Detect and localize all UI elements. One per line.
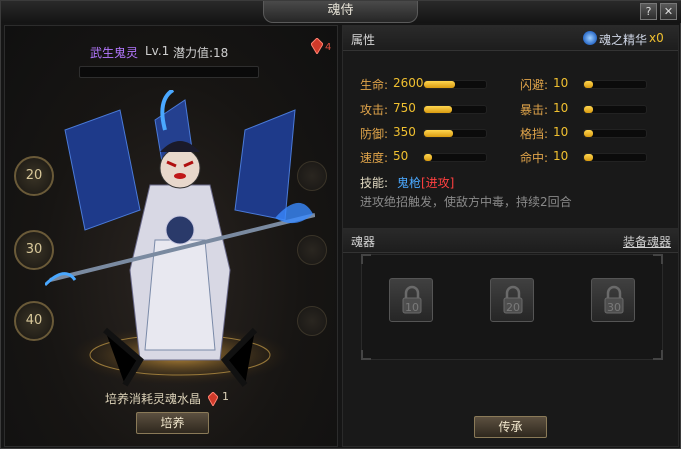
stat-value-crit: 10 [553,101,569,115]
soul-gear-slots: 10 20 30 [361,254,663,360]
stat-value-speed: 50 [393,149,409,163]
skill-label: 技能: [360,176,389,190]
stat-value-block: 10 [553,125,569,139]
stat-label-defense: 防御: [360,127,389,141]
stat-label-crit: 暴击: [520,103,549,117]
stat-bar-defense [423,129,487,138]
attribute-panel: 属性 魂之精华 x0 生命: 2600 攻击: 750 防御: 350 速度: … [342,25,679,447]
stat-bar-hp [423,80,487,89]
character-name: 武生鬼灵 [90,46,139,60]
help-button[interactable]: ? [640,3,657,20]
feed-cost-count: 1 [222,390,229,403]
feed-cost-text: 培养消耗灵魂水晶 [105,392,202,406]
character-level: Lv.1 [145,44,170,58]
slot-level: 20 [506,301,520,314]
stat-label-block: 格挡: [520,127,549,141]
crystal-icon [310,37,324,55]
soul-gear-title: 魂器 [351,235,376,249]
inherit-button[interactable]: 传承 [474,416,547,438]
window-title: 魂侍 [263,1,418,23]
stat-bar-speed [423,153,487,162]
crystal-counter: 4 [310,37,332,55]
stat-bar-hit [583,153,647,162]
character-panel: 武生鬼灵 Lv.1 潜力值:18 4 20 30 40 培养消耗灵魂水晶 1 培… [4,25,338,447]
stat-value-hp: 2600 [393,76,424,90]
soul-gear-slot-3[interactable]: 30 [591,278,635,322]
potential-bar [79,66,259,78]
title-bar: 魂侍 ? ✕ [1,1,681,23]
close-button[interactable]: ✕ [660,3,677,20]
skill-name[interactable]: 鬼枪 [397,174,421,191]
skill-description: 进攻绝招触发，使敌方中毒，持续2回合 [360,195,572,209]
stat-bar-attack [423,105,487,114]
train-button[interactable]: 培养 [136,412,209,434]
stat-value-hit: 10 [553,149,569,163]
essence-count: x0 [649,31,664,45]
attributes-title: 属性 [351,33,376,47]
stat-label-dodge: 闪避: [520,78,549,92]
stat-value-dodge: 10 [553,76,569,90]
crystal-count: 4 [325,42,332,53]
soul-gear-header: 魂器 装备魂器 [343,228,678,253]
skill-type-tag: [进攻] [421,176,455,190]
stat-label-speed: 速度: [360,151,389,165]
stat-bar-crit [583,105,647,114]
soul-gear-slot-1[interactable]: 10 [389,278,433,322]
essence-icon [583,31,597,45]
stat-label-attack: 攻击: [360,103,389,117]
crystal-icon [208,392,218,406]
slot-level: 10 [405,301,419,314]
stat-bar-dodge [583,80,647,89]
soul-character-portrait [45,90,315,387]
potential-value: 潜力值:18 [173,46,229,60]
essence-label: 魂之精华 [599,33,648,47]
soul-window: 魂侍 ? ✕ 武生鬼灵 Lv.1 潜力值:18 4 20 30 40 培养消耗灵… [0,0,681,449]
stat-bar-block [583,129,647,138]
stat-label-hp: 生命: [360,78,389,92]
soul-gear-slot-2[interactable]: 20 [490,278,534,322]
equip-soul-gear-link[interactable]: 装备魂器 [623,233,671,250]
attributes-header: 属性 魂之精华 x0 [343,26,678,51]
slot-level: 30 [607,301,621,314]
stat-label-hit: 命中: [520,151,549,165]
stat-value-attack: 750 [393,101,416,115]
stat-value-defense: 350 [393,125,416,139]
